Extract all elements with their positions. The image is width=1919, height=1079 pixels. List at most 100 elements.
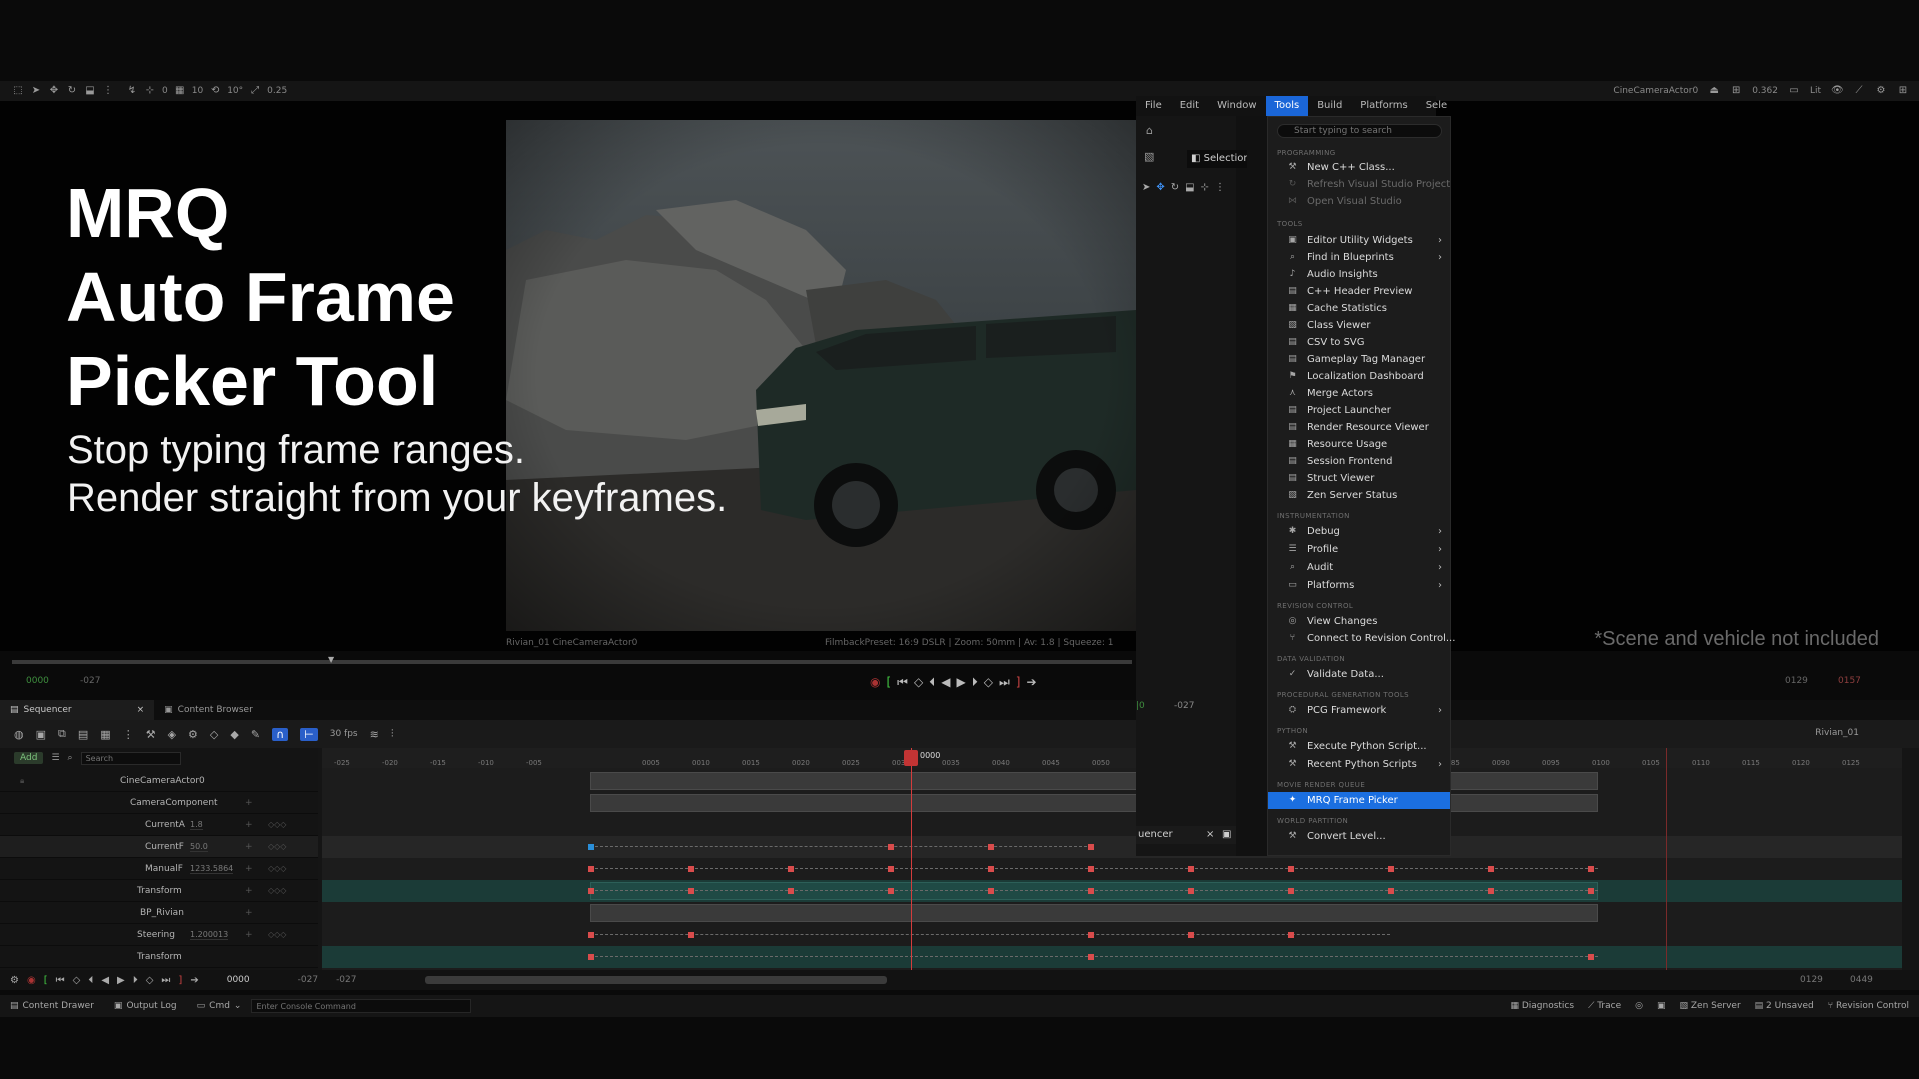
rotate-icon[interactable]: ↻ bbox=[1171, 182, 1179, 200]
keyframe[interactable] bbox=[1288, 888, 1294, 894]
menu-select[interactable]: Sele bbox=[1417, 96, 1456, 116]
view-out-field[interactable]: 0449 bbox=[1850, 975, 1873, 985]
content-icon[interactable]: ▧ bbox=[1144, 150, 1154, 163]
keyframe[interactable] bbox=[988, 866, 994, 872]
range-start[interactable]: 0000 bbox=[26, 676, 49, 686]
viewport-scrub-bar[interactable] bbox=[12, 660, 1132, 664]
range-end[interactable]: 0157 bbox=[1838, 676, 1861, 686]
camera-speed-icon[interactable]: ⊞ bbox=[1730, 85, 1742, 97]
keyframe[interactable] bbox=[588, 844, 594, 850]
work-out-field[interactable]: 0129 bbox=[1800, 975, 1823, 985]
playback-icon[interactable]: ⚙ bbox=[188, 728, 198, 741]
move-icon[interactable]: ✥ bbox=[1156, 182, 1164, 200]
track-row[interactable]: ManualF 1233.5864 + ◇◇◇ bbox=[0, 858, 318, 880]
skip-end-icon[interactable]: ⏭ bbox=[161, 975, 170, 986]
work-in-field[interactable]: -027 bbox=[336, 975, 356, 985]
track-row[interactable]: CurrentF 50.0 + ◇◇◇ bbox=[0, 836, 318, 858]
select-mode-icon[interactable]: ⬚ bbox=[12, 85, 24, 97]
settings-icon[interactable]: ⚙ bbox=[1875, 85, 1887, 97]
tools-icon[interactable]: ⚒ bbox=[146, 728, 156, 741]
keyframe[interactable] bbox=[1288, 932, 1294, 938]
find-icon[interactable]: ⧉ bbox=[58, 727, 66, 741]
keyframe[interactable] bbox=[888, 866, 894, 872]
home-icon[interactable]: ⌂ bbox=[1146, 124, 1153, 137]
step-forward-icon[interactable]: ⏵ bbox=[972, 675, 978, 690]
menu-item-merge-actors[interactable]: ⋏ Merge Actors bbox=[1268, 385, 1450, 402]
more-icon[interactable]: ⋮ bbox=[1215, 182, 1225, 200]
set-start-icon[interactable]: [ bbox=[44, 975, 48, 986]
keyframe[interactable] bbox=[1588, 866, 1594, 872]
grid-size-icon[interactable]: ▦ bbox=[174, 85, 186, 97]
menu-item-debug[interactable]: ✱ Debug › bbox=[1268, 523, 1450, 540]
sequencer-track-area[interactable]: -025 -020 -015 -010 -005 0005 0010 0015 … bbox=[322, 748, 1902, 970]
track-lane[interactable] bbox=[322, 858, 1902, 880]
keyframe[interactable] bbox=[1488, 888, 1494, 894]
track-lane[interactable] bbox=[322, 924, 1902, 946]
world-icon[interactable]: ◍ bbox=[14, 728, 24, 741]
track-row[interactable]: Steering 1.200013 + ◇◇◇ bbox=[0, 924, 318, 946]
keyframe[interactable] bbox=[688, 932, 694, 938]
next-key-icon[interactable]: ◇ bbox=[146, 975, 154, 986]
level-viewport[interactable]: Rivian_01 CineCameraActor0 FilmbackPrese… bbox=[0, 101, 1919, 651]
scale-snap-icon[interactable]: ⤢ bbox=[249, 85, 261, 97]
revision-control-button[interactable]: ⑂ Revision Control bbox=[1828, 1001, 1909, 1011]
selection-mode-button[interactable]: ◧ Selection Mo bbox=[1187, 150, 1247, 168]
snapshot-icon[interactable]: ▣ bbox=[1657, 1001, 1666, 1011]
edit-icon[interactable]: ✎ bbox=[251, 728, 260, 741]
menu-item-find-in-blueprints[interactable]: ⌕ Find in Blueprints › bbox=[1268, 249, 1450, 266]
snap-icon[interactable]: ∩ bbox=[272, 727, 289, 741]
keyframe[interactable] bbox=[1288, 866, 1294, 872]
set-start-icon[interactable]: [ bbox=[886, 675, 891, 689]
menu-item-render-resource-viewer[interactable]: ▤ Render Resource Viewer bbox=[1268, 419, 1450, 436]
menu-item-validate-data[interactable]: ✓ Validate Data... bbox=[1268, 666, 1450, 683]
keyframe[interactable] bbox=[1388, 888, 1394, 894]
track-search-input[interactable] bbox=[80, 751, 181, 765]
play-reverse-icon[interactable]: ◀ bbox=[101, 975, 109, 986]
track-lane[interactable] bbox=[322, 770, 1902, 792]
keyframe[interactable] bbox=[1088, 888, 1094, 894]
menu-item-recent-python-scripts[interactable]: ⚒ Recent Python Scripts › bbox=[1268, 756, 1450, 773]
grid-snap-value[interactable]: 0 bbox=[162, 86, 168, 96]
viewport-layout-icon[interactable]: ▭ bbox=[1788, 85, 1800, 97]
keyframe[interactable] bbox=[588, 932, 594, 938]
window-time-field[interactable]: -027 bbox=[1174, 701, 1194, 711]
menu-item-mrq-frame-picker[interactable]: ✦ MRQ Frame Picker bbox=[1268, 792, 1450, 809]
menu-item-project-launcher[interactable]: ▤ Project Launcher bbox=[1268, 402, 1450, 419]
snap-icon[interactable]: ⊹ bbox=[1201, 182, 1209, 200]
keyframe[interactable] bbox=[588, 888, 594, 894]
keyframe[interactable] bbox=[1388, 866, 1394, 872]
menu-item-pcg-framework[interactable]: ⛭ PCG Framework › bbox=[1268, 702, 1450, 719]
curve-editor-icon[interactable]: ≋ bbox=[370, 728, 379, 741]
auto-key-icon[interactable]: ◆ bbox=[230, 728, 238, 741]
menu-item-connect-revision-control[interactable]: ⑂ Connect to Revision Control... bbox=[1268, 630, 1456, 647]
keyframe[interactable] bbox=[1088, 932, 1094, 938]
track-row[interactable]: 🔒︎ CineCameraActor0 bbox=[0, 770, 318, 792]
menu-file[interactable]: File bbox=[1136, 96, 1171, 116]
track-value[interactable]: 1.200013 bbox=[190, 930, 229, 940]
menu-item-session-frontend[interactable]: ▤ Session Frontend bbox=[1268, 453, 1450, 470]
step-back-icon[interactable]: ⏴ bbox=[88, 975, 93, 986]
menu-edit[interactable]: Edit bbox=[1171, 96, 1208, 116]
maximize-icon[interactable]: ⊞ bbox=[1897, 85, 1909, 97]
pointer-icon[interactable]: ➤ bbox=[30, 85, 42, 97]
menu-build[interactable]: Build bbox=[1308, 96, 1351, 116]
keyframe[interactable] bbox=[1188, 866, 1194, 872]
keyframe-icon[interactable]: ◇◇◇ bbox=[268, 864, 286, 873]
menu-item-audit[interactable]: ⌕ Audit › bbox=[1268, 559, 1450, 576]
track-lane[interactable] bbox=[322, 880, 1902, 902]
cmd-selector[interactable]: ▭ Cmd ⌄ bbox=[187, 1001, 252, 1011]
menu-item-struct-viewer[interactable]: ▤ Struct Viewer bbox=[1268, 470, 1450, 487]
key-icon[interactable]: ◇ bbox=[210, 728, 218, 741]
range-out[interactable]: 0129 bbox=[1785, 676, 1808, 686]
pilot-icon[interactable]: ⏏ bbox=[1708, 85, 1720, 97]
skip-end-icon[interactable]: ⏭ bbox=[999, 675, 1010, 690]
sequence-name[interactable]: Rivian_01 bbox=[1815, 728, 1859, 738]
grid-snap-icon[interactable]: ⊹ bbox=[144, 85, 156, 97]
scalability-icon[interactable]: ⟋ bbox=[1853, 85, 1865, 97]
loop-icon[interactable]: ➔ bbox=[1026, 675, 1036, 689]
fps-selector[interactable]: 30 fps bbox=[330, 729, 358, 739]
content-drawer-button[interactable]: ▤ Content Drawer bbox=[0, 1001, 104, 1011]
keyframe[interactable] bbox=[788, 866, 794, 872]
track-value[interactable]: 1233.5864 bbox=[190, 864, 234, 874]
camera-selector[interactable]: CineCameraActor0 bbox=[1613, 86, 1698, 96]
